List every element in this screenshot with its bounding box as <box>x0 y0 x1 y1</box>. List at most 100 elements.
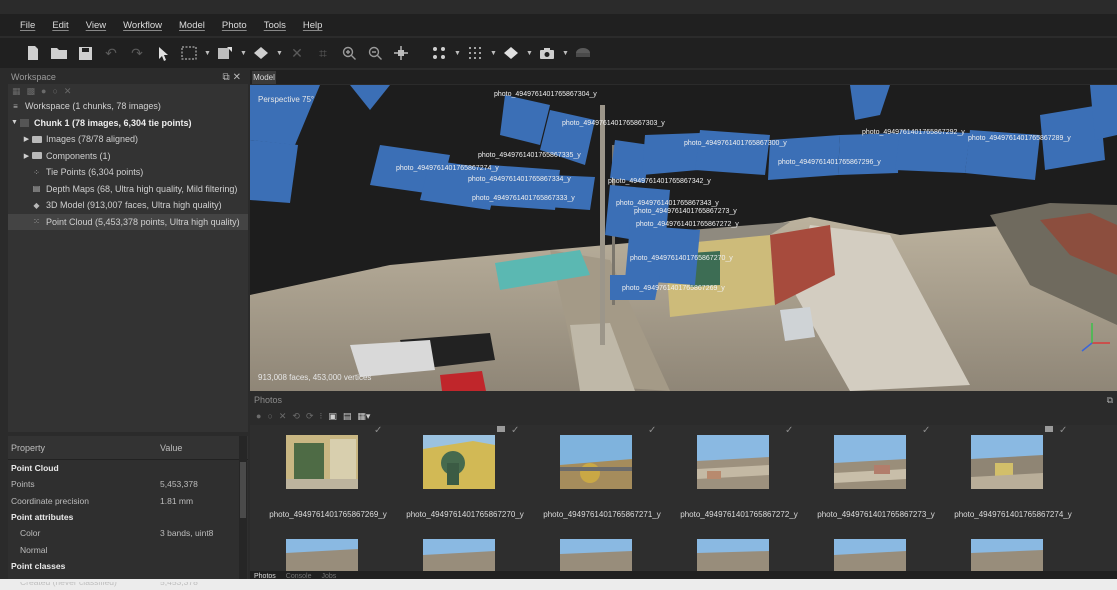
chevron-down-icon[interactable]: ▼ <box>204 50 211 57</box>
property-row[interactable]: Coordinate precision 1.81 mm <box>8 493 248 509</box>
panel-float-icon[interactable]: ⧉ <box>1107 395 1113 406</box>
model-viewport[interactable]: Perspective 75° 913,008 faces, 453,000 v… <box>250 85 1117 391</box>
add-chunk-icon[interactable]: ▦ <box>12 86 21 97</box>
camera-label[interactable]: photo_4949761401765867289_y <box>968 135 1071 142</box>
zoom-in-icon[interactable] <box>338 42 360 64</box>
photo-thumbnail[interactable] <box>560 539 632 571</box>
camera-label[interactable]: photo_4949761401765867334_y <box>468 176 571 183</box>
show-cameras-icon[interactable] <box>572 42 594 64</box>
chevron-down-icon[interactable]: ▼ <box>562 50 569 57</box>
camera-label[interactable]: photo_4949761401765867335_y <box>478 152 581 159</box>
property-column-header[interactable]: Property <box>8 443 160 453</box>
value-column-header[interactable]: Value <box>160 443 182 453</box>
tree-item-point-cloud[interactable]: ⁙ Point Cloud (5,453,378 points, Ultra h… <box>8 213 248 230</box>
property-row[interactable]: Point Cloud <box>8 460 248 476</box>
open-folder-icon[interactable] <box>48 42 70 64</box>
undo-icon[interactable]: ↶ <box>100 42 122 64</box>
property-row[interactable]: Created (never classified) 5,453,378 <box>8 574 248 590</box>
photo-image <box>286 435 358 489</box>
rotate-object-icon[interactable] <box>250 42 272 64</box>
chevron-down-icon[interactable]: ▼ <box>10 119 19 126</box>
save-icon[interactable] <box>74 42 96 64</box>
camera-icon[interactable] <box>536 42 558 64</box>
property-row[interactable]: Point attributes <box>8 509 248 525</box>
chevron-down-icon[interactable]: ▼ <box>490 50 497 57</box>
property-row[interactable]: Color 3 bands, uint8 <box>8 525 248 541</box>
camera-label[interactable]: photo_4949761401765867342_y <box>608 178 711 185</box>
remove-icon[interactable]: ✕ <box>279 411 287 422</box>
chevron-right-icon[interactable]: ▶ <box>22 135 31 143</box>
move-region-icon[interactable] <box>390 42 412 64</box>
workspace-header: Workspace ⧉✕ <box>8 70 248 84</box>
tree-item-images[interactable]: ▶ Images (78/78 aligned) <box>8 131 248 148</box>
tree-item-components[interactable]: ▶ Components (1) <box>8 148 248 165</box>
camera-label[interactable]: photo_4949761401765867300_y <box>684 140 787 147</box>
menu-model[interactable]: Model <box>179 20 205 31</box>
properties-scrollbar[interactable] <box>239 436 247 582</box>
add-photos-icon[interactable]: ▩ <box>27 86 36 97</box>
view-small-icon[interactable]: ▣ <box>328 411 337 422</box>
tab-model[interactable]: Model <box>252 71 276 84</box>
dense-cloud-icon[interactable] <box>464 42 486 64</box>
menu-bar: File Edit View Workflow Model Photo Tool… <box>0 14 1117 36</box>
rotate-right-icon[interactable]: ⟳ <box>306 411 314 422</box>
chevron-down-icon[interactable]: ▼ <box>276 50 283 57</box>
tree-item-depth-maps[interactable]: ▤ Depth Maps (68, Ultra high quality, Mi… <box>8 181 248 198</box>
camera-label[interactable]: photo_4949761401765867303_y <box>562 120 665 127</box>
photo-thumbnail[interactable] <box>834 539 906 571</box>
menu-tools[interactable]: Tools <box>264 20 286 31</box>
tree-item-workspace[interactable]: ≡ Workspace (1 chunks, 78 images) <box>8 98 248 115</box>
rectangle-selection-icon[interactable] <box>178 42 200 64</box>
photo-thumbnail[interactable] <box>423 539 495 571</box>
points-view-icon[interactable] <box>428 42 450 64</box>
enable-icon[interactable]: ● <box>41 86 46 96</box>
camera-label[interactable]: photo_4949761401765867272_y <box>636 221 739 228</box>
tree-item-3d-model[interactable]: ◆ 3D Model (913,007 faces, Ultra high qu… <box>8 197 248 214</box>
menu-help[interactable]: Help <box>303 20 323 31</box>
camera-label[interactable]: photo_4949761401765867274_y <box>396 165 499 172</box>
chevron-down-icon[interactable]: ▼ <box>526 50 533 57</box>
menu-file[interactable]: File <box>20 20 35 31</box>
tree-item-tie-points[interactable]: ⁘ Tie Points (6,304 points) <box>8 164 248 181</box>
new-document-icon[interactable] <box>22 42 44 64</box>
navigation-pointer-icon[interactable] <box>152 42 174 64</box>
photo-thumbnail[interactable] <box>286 539 358 571</box>
disable-icon[interactable]: ○ <box>267 411 272 421</box>
property-row[interactable]: Normal <box>8 541 248 557</box>
photo-thumbnail[interactable] <box>971 539 1043 571</box>
camera-label[interactable]: photo_4949761401765867292_y <box>862 129 965 136</box>
resize-region-icon[interactable] <box>214 42 236 64</box>
camera-label[interactable]: photo_4949761401765867273_y <box>634 208 737 215</box>
panel-float-close-icon[interactable]: ⧉✕ <box>222 72 244 83</box>
menu-view[interactable]: View <box>86 20 106 31</box>
enable-icon[interactable]: ● <box>256 411 261 421</box>
disable-icon[interactable]: ○ <box>52 86 57 96</box>
delete-selection-icon[interactable]: ✕ <box>286 42 308 64</box>
remove-icon[interactable]: ✕ <box>64 86 72 97</box>
property-row[interactable]: Point classes <box>8 558 248 574</box>
chevron-down-icon[interactable]: ▼ <box>240 50 247 57</box>
rotate-left-icon[interactable]: ⟲ <box>292 411 300 422</box>
chevron-right-icon[interactable]: ▶ <box>22 152 31 160</box>
folder-icon <box>31 135 42 144</box>
crop-selection-icon[interactable]: ⌗ <box>312 42 334 64</box>
view-details-icon[interactable]: ▦▾ <box>357 411 370 422</box>
zoom-out-icon[interactable] <box>364 42 386 64</box>
menu-photo[interactable]: Photo <box>222 20 247 31</box>
redo-icon[interactable]: ↷ <box>126 42 148 64</box>
tree-item-chunk[interactable]: ▼ Chunk 1 (78 images, 6,304 tie points) <box>8 115 248 132</box>
model-shaded-icon[interactable] <box>500 42 522 64</box>
photo-thumbnail[interactable] <box>697 539 769 571</box>
menu-workflow[interactable]: Workflow <box>123 20 162 31</box>
filter-icon[interactable]: ⁝ <box>320 411 323 422</box>
property-row[interactable]: Points 5,453,378 <box>8 476 248 492</box>
camera-label[interactable]: photo_4949761401765867343_y <box>616 200 719 207</box>
chevron-down-icon[interactable]: ▼ <box>454 50 461 57</box>
camera-label[interactable]: photo_4949761401765867304_y <box>494 91 597 98</box>
camera-label[interactable]: photo_4949761401765867333_y <box>472 195 575 202</box>
camera-label[interactable]: photo_4949761401765867296_y <box>778 159 881 166</box>
camera-label[interactable]: photo_4949761401765867269_y <box>622 285 725 292</box>
camera-label[interactable]: photo_4949761401765867270_y <box>630 255 733 262</box>
menu-edit[interactable]: Edit <box>52 20 68 31</box>
view-large-icon[interactable]: ▤ <box>343 411 352 422</box>
